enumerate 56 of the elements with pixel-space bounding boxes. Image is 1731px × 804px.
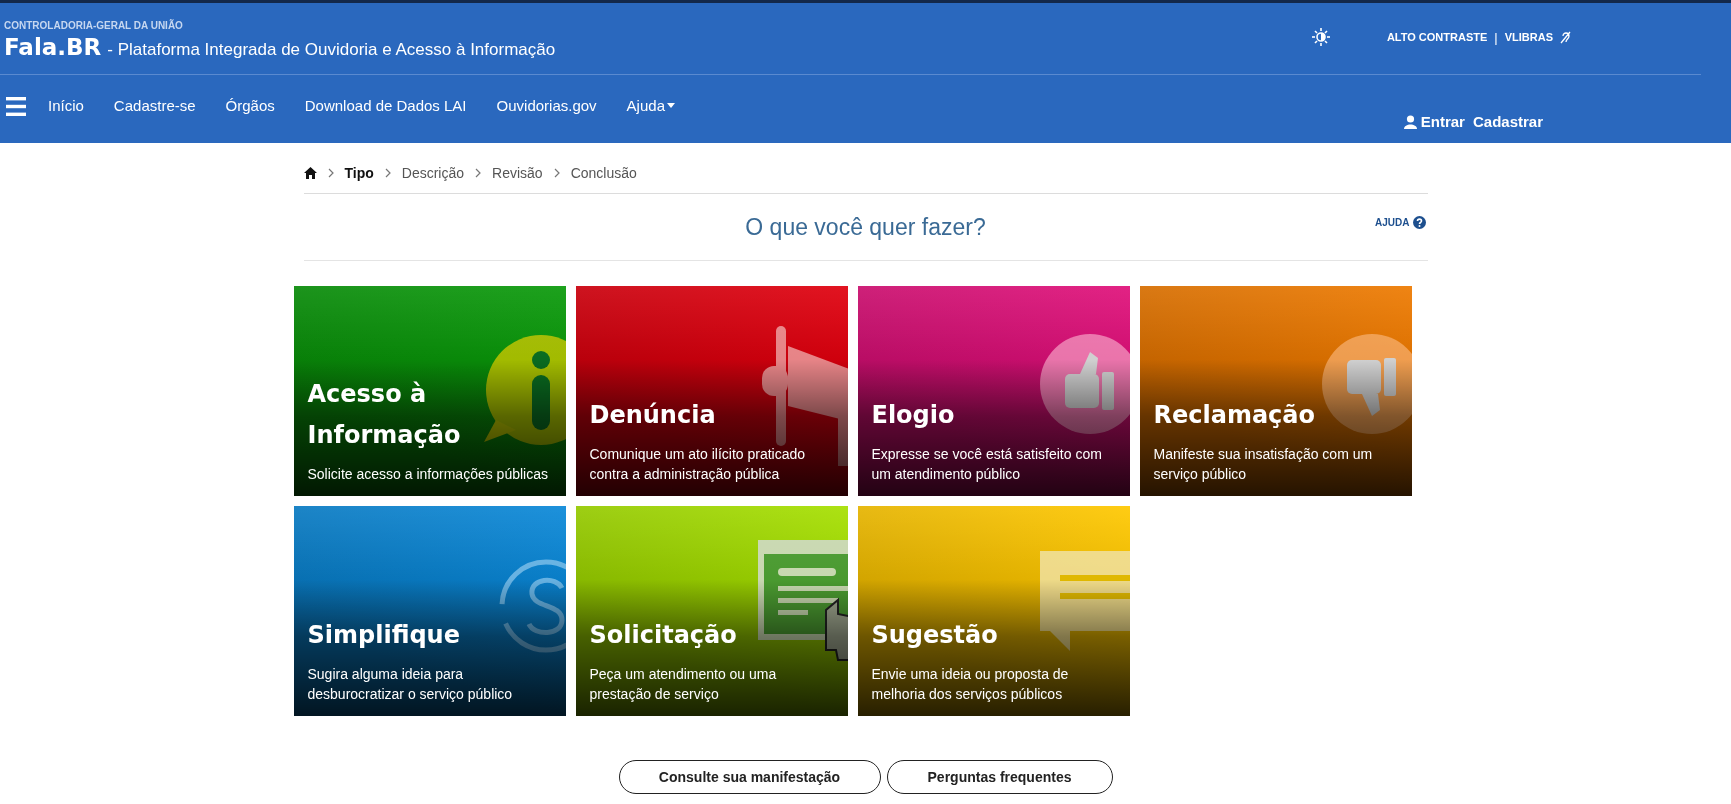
chevron-icon <box>326 168 335 178</box>
nav-link[interactable]: Órgãos <box>225 97 275 114</box>
breadcrumb-step: Tipo <box>344 165 374 181</box>
service-tile[interactable]: Simplifique Sugira alguma ideia para desburocratizar o serviço público <box>293 506 566 716</box>
tile-description: Peça um atendimento ou uma prestação de serviço <box>589 665 778 704</box>
breadcrumb-step: Revisão <box>492 165 543 181</box>
menu-icon[interactable] <box>6 97 26 116</box>
tile-title: Simplifique <box>307 620 460 651</box>
tile-description: Sugira alguma ideia para desburocratizar o serviço público <box>307 665 514 704</box>
user-icon <box>1403 114 1417 129</box>
separator-text: | <box>1494 29 1498 45</box>
help-icon <box>1412 216 1426 229</box>
outline-button[interactable]: Consulte sua manifestação <box>618 760 881 794</box>
caret-icon <box>667 103 675 108</box>
page-heading: O que você quer fazer? <box>745 213 986 241</box>
service-tile[interactable]: Elogio Expresse se você está satisfeito com um atendimento público <box>857 286 1130 496</box>
tile-description: Envie uma ideia ou proposta de melhoria dos serviços públicos <box>871 665 1070 704</box>
hearing-icon[interactable] <box>1560 30 1571 44</box>
help-link[interactable]: AJUDA <box>1375 216 1426 229</box>
service-tile[interactable]: Sugestão Envie uma ideia ou proposta de melhoria dos serviços públicos <box>857 506 1130 716</box>
tile-description: Comunique um ato ilícito praticado contra a administração pública <box>589 445 807 484</box>
chevron-icon <box>383 168 392 178</box>
service-tile[interactable]: Solicitação Peça um atendimento ou uma prestação de serviço <box>575 506 848 716</box>
nav-link[interactable]: Ouvidorias.gov <box>496 97 597 114</box>
service-tile[interactable]: Acesso à Informação Solicite acesso a informações públicas <box>293 286 566 496</box>
chevron-icon <box>474 168 483 178</box>
site-subtitle: - Plataforma Integrada de Ouvidoria e Acesso à Informação <box>107 40 556 60</box>
nav-link[interactable]: Download de Dados LAI <box>304 97 467 114</box>
tile-title: Sugestão <box>871 620 998 651</box>
nav-link[interactable]: Cadastre-se <box>113 97 196 114</box>
tile-title: Solicitação <box>589 620 737 651</box>
thumbs-down-icon <box>1321 334 1412 434</box>
outline-button[interactable]: Perguntas frequentes <box>886 760 1113 794</box>
tile-title: Denúncia <box>589 400 716 431</box>
thumbs-up-icon <box>1039 334 1130 434</box>
high-contrast-link[interactable]: ALTO CONTRASTE <box>1386 31 1488 43</box>
register-link[interactable]: Cadastrar <box>1472 113 1543 130</box>
vlibras-link[interactable]: VLIBRAS <box>1504 31 1553 43</box>
tile-description: Manifeste sua insatisfação com um serviço público <box>1153 445 1374 484</box>
brand-logo[interactable]: Fala.BR <box>4 34 102 60</box>
tile-title: Acesso à Informação <box>307 379 462 451</box>
service-tile[interactable]: Reclamação Manifeste sua insatisfação com um serviço público <box>1139 286 1412 496</box>
tile-description: Expresse se você está satisfeito com um atendimento público <box>871 445 1103 484</box>
tile-title: Reclamação <box>1153 400 1316 431</box>
nav-link[interactable]: Início <box>48 97 84 114</box>
breadcrumb-step: Conclusão <box>570 165 637 181</box>
service-tile[interactable]: Denúncia Comunique um ato ilícito praticado contra a administração pública <box>575 286 848 496</box>
nav-link[interactable]: Ajuda <box>626 97 675 114</box>
chevron-icon <box>552 168 561 178</box>
tile-description: Solicite acesso a informações públicas <box>307 465 549 484</box>
tile-title: Elogio <box>871 400 955 431</box>
login-link[interactable]: Entrar <box>1420 113 1465 130</box>
contrast-sun-icon[interactable] <box>1311 28 1330 46</box>
agency-name: CONTROLADORIA-GERAL DA UNIÃO <box>4 20 184 31</box>
home-icon[interactable] <box>303 167 317 179</box>
breadcrumb-step: Descrição <box>401 165 465 181</box>
